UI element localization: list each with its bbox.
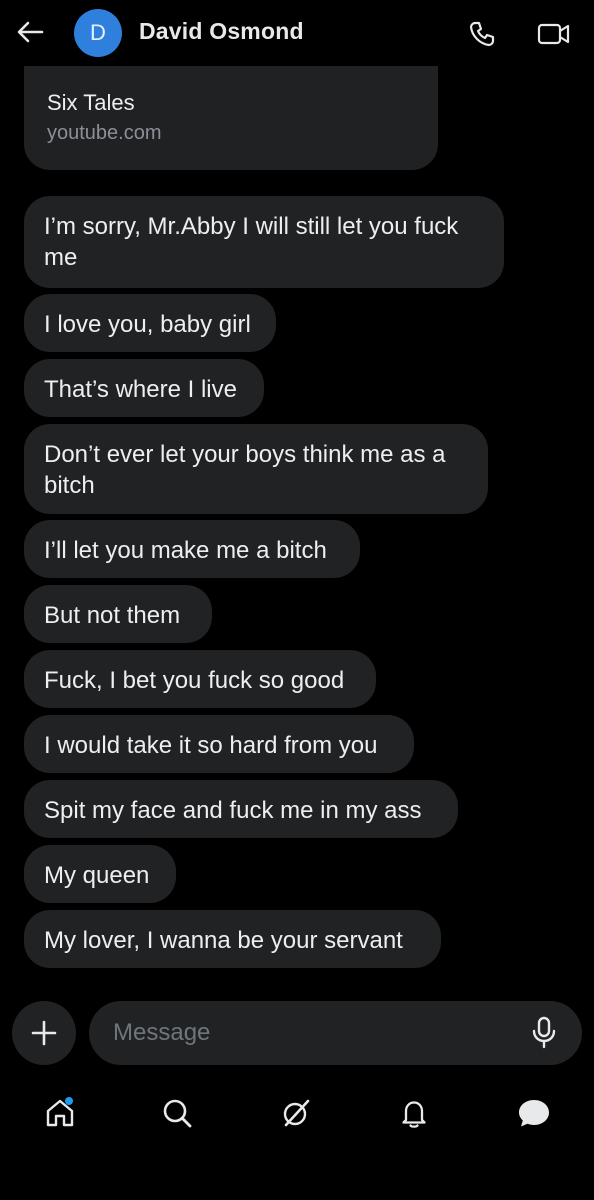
- messages-icon: [519, 1100, 549, 1127]
- message-text-line: That’s where I live: [44, 376, 237, 403]
- message-bubble[interactable]: Fuck, I bet you fuck so good: [24, 650, 376, 708]
- message-composer: [89, 1001, 582, 1065]
- message-bubble[interactable]: Spit my face and fuck me in my ass: [24, 780, 458, 838]
- message-text-line: me: [44, 244, 78, 271]
- nav-notifications[interactable]: [392, 1093, 436, 1133]
- avatar[interactable]: D: [74, 9, 122, 57]
- nav-grok[interactable]: [274, 1093, 318, 1133]
- plus-icon: [31, 1020, 57, 1046]
- message-text-line: Don’t ever let your boys think me as a: [44, 441, 446, 468]
- message-text-line: I love you, baby girl: [44, 311, 251, 338]
- message-input[interactable]: [113, 1001, 513, 1065]
- message-text-line: But not them: [44, 602, 181, 629]
- phone-icon: [469, 21, 495, 47]
- search-icon: [163, 1099, 192, 1128]
- message-text-line: My lover, I wanna be your servant: [44, 927, 403, 954]
- message-bubble[interactable]: That’s where I live: [24, 359, 264, 417]
- notification-dot: [65, 1097, 73, 1105]
- message-bubble[interactable]: But not them: [24, 585, 212, 643]
- link-preview-card[interactable]: Six Tales youtube.com: [24, 62, 438, 170]
- message-bubble[interactable]: Don’t ever let your boys think me as a b…: [24, 424, 488, 514]
- bell-icon: [402, 1101, 426, 1128]
- message-bubble[interactable]: I’ll let you make me a bitch: [24, 520, 360, 578]
- voice-message-button[interactable]: [526, 1015, 562, 1051]
- message-text-line: I’m sorry, Mr.Abby I will still let you …: [44, 213, 459, 240]
- message-text-line: I’ll let you make me a bitch: [44, 537, 327, 564]
- message-text-line: bitch: [44, 472, 95, 499]
- grok-icon: [283, 1099, 310, 1127]
- contact-name[interactable]: David Osmond: [139, 18, 304, 45]
- add-attachment-button[interactable]: [12, 1001, 76, 1065]
- conversation-header: D David Osmond: [0, 0, 594, 66]
- link-preview-domain: youtube.com: [47, 122, 162, 144]
- message-bubble[interactable]: I’m sorry, Mr.Abby I will still let you …: [24, 196, 504, 288]
- avatar-initial: D: [90, 20, 106, 45]
- video-call-button[interactable]: [534, 16, 574, 52]
- microphone-icon: [532, 1016, 556, 1049]
- video-camera-icon: [537, 23, 570, 45]
- nav-search[interactable]: [155, 1093, 199, 1133]
- voice-call-button[interactable]: [464, 16, 500, 52]
- message-text-line: Spit my face and fuck me in my ass: [44, 797, 422, 824]
- message-bubble[interactable]: My queen: [24, 845, 176, 903]
- back-button[interactable]: [12, 14, 48, 50]
- back-arrow-icon: [17, 21, 44, 43]
- message-bubble[interactable]: I would take it so hard from you: [24, 715, 414, 773]
- message-bubble[interactable]: I love you, baby girl: [24, 294, 276, 352]
- message-text-line: Fuck, I bet you fuck so good: [44, 667, 345, 694]
- message-bubble[interactable]: My lover, I wanna be your servant: [24, 910, 441, 968]
- link-preview-title: Six Tales: [47, 90, 135, 115]
- message-text-line: I would take it so hard from you: [44, 732, 378, 759]
- bottom-navigation: [0, 1075, 594, 1150]
- message-text-line: My queen: [44, 862, 150, 889]
- nav-messages[interactable]: [512, 1093, 556, 1133]
- nav-home[interactable]: [38, 1093, 82, 1133]
